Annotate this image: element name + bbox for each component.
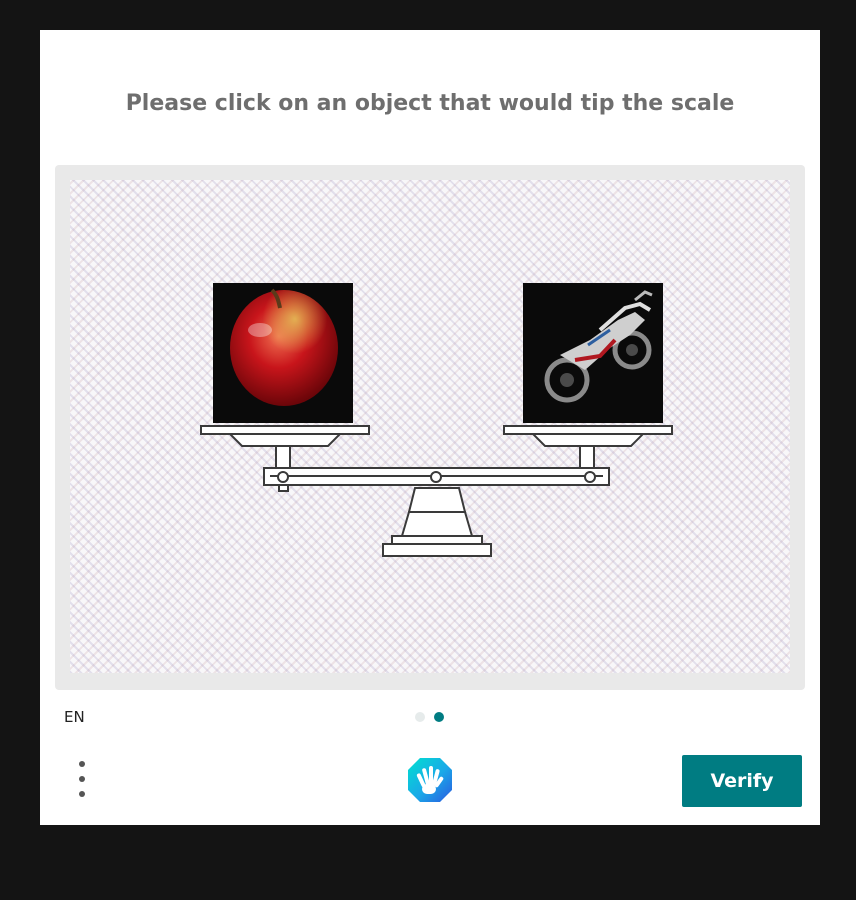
challenge-card: Please click on an object that would tip… bbox=[40, 30, 820, 825]
page-indicator-dot-1[interactable] bbox=[415, 712, 425, 722]
scale-illustration bbox=[200, 283, 673, 557]
hand-logo-icon bbox=[404, 754, 456, 806]
verify-button[interactable]: Verify bbox=[682, 755, 802, 807]
page-indicator-dot-2[interactable] bbox=[434, 712, 444, 722]
language-selector[interactable]: EN bbox=[64, 708, 85, 726]
apple-icon[interactable] bbox=[213, 283, 353, 423]
task-frame bbox=[55, 165, 805, 690]
challenge-prompt: Please click on an object that would tip… bbox=[125, 91, 735, 116]
task-image[interactable] bbox=[70, 180, 790, 673]
motorcycle-icon[interactable] bbox=[523, 283, 663, 423]
balance-scale bbox=[200, 425, 673, 557]
more-vertical-icon[interactable] bbox=[72, 758, 92, 802]
